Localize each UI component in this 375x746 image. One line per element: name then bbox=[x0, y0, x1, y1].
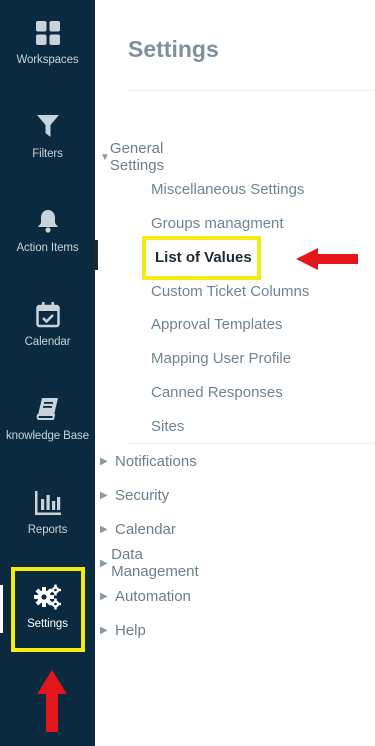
active-indicator bbox=[0, 585, 3, 633]
tree-group-calendar[interactable]: ▶ Calendar bbox=[100, 518, 176, 540]
tree-group-data-management[interactable]: ▶ Data Management bbox=[100, 546, 203, 580]
page-title: Settings bbox=[128, 36, 219, 62]
caret-right-icon: ▶ bbox=[100, 455, 108, 467]
caret-right-icon: ▶ bbox=[100, 523, 108, 535]
tree-group-label: Help bbox=[115, 621, 146, 639]
caret-right-icon: ▶ bbox=[100, 624, 108, 636]
divider bbox=[128, 443, 375, 444]
tree-group-label: Notifications bbox=[115, 452, 197, 470]
tree-group-label: Security bbox=[115, 486, 170, 504]
list-of-values-highlight-box bbox=[142, 236, 261, 280]
calendar-check-icon bbox=[35, 302, 60, 328]
workspaces-icon bbox=[35, 20, 60, 46]
caret-down-icon: ▼ bbox=[100, 151, 110, 163]
sidebar-item-label: Action Items bbox=[16, 242, 79, 254]
tree-item-sites[interactable]: Sites bbox=[151, 416, 184, 438]
sidebar-item-label: Filters bbox=[32, 148, 63, 160]
tree-group-notifications[interactable]: ▶ Notifications bbox=[100, 450, 197, 472]
sidebar-item-calendar[interactable]: Calendar bbox=[0, 282, 95, 376]
sidebar-item-label: knowledge Base bbox=[6, 430, 89, 442]
tree-item-custom-ticket-columns[interactable]: Custom Ticket Columns bbox=[151, 281, 309, 303]
settings-highlight-box bbox=[11, 567, 85, 652]
caret-right-icon: ▶ bbox=[100, 489, 108, 501]
sidebar-item-label: Calendar bbox=[24, 336, 71, 348]
tree-group-security[interactable]: ▶ Security bbox=[100, 484, 169, 506]
book-icon bbox=[36, 396, 60, 422]
tree-group-help[interactable]: ▶ Help bbox=[100, 619, 146, 641]
tree-item-miscellaneous-settings[interactable]: Miscellaneous Settings bbox=[151, 179, 304, 201]
tree-group-label: Automation bbox=[115, 587, 191, 605]
tree-group-general-settings[interactable]: ▼ General Settings bbox=[100, 140, 169, 174]
sidebar-resize-handle[interactable] bbox=[94, 240, 98, 270]
sidebar-item-label: Reports bbox=[27, 524, 68, 536]
sidebar-item-workspaces[interactable]: Workspaces bbox=[0, 0, 95, 94]
divider bbox=[128, 90, 375, 91]
arrow-left-annotation-icon bbox=[296, 248, 358, 270]
caret-right-icon: ▶ bbox=[100, 557, 108, 569]
arrow-up-annotation-icon bbox=[37, 670, 67, 732]
sidebar-item-label: Workspaces bbox=[16, 54, 79, 66]
tree-item-canned-responses[interactable]: Canned Responses bbox=[151, 382, 283, 404]
tree-group-label: Calendar bbox=[115, 520, 176, 538]
tree-item-approval-templates[interactable]: Approval Templates bbox=[151, 314, 282, 336]
tree-group-label: General Settings bbox=[109, 140, 165, 174]
caret-right-icon: ▶ bbox=[100, 590, 108, 602]
sidebar-item-action-items[interactable]: Action Items bbox=[0, 188, 95, 282]
tree-group-automation[interactable]: ▶ Automation bbox=[100, 585, 191, 607]
tree-item-groups-managment[interactable]: Groups managment bbox=[151, 213, 284, 235]
tree-group-label: Data Management bbox=[111, 546, 199, 580]
bar-chart-icon bbox=[34, 490, 61, 516]
sidebar-item-knowledge-base[interactable]: knowledge Base bbox=[0, 376, 95, 470]
filter-icon bbox=[36, 114, 59, 140]
bell-icon bbox=[37, 208, 59, 234]
tree-item-mapping-user-profile[interactable]: Mapping User Profile bbox=[151, 348, 291, 370]
sidebar-item-filters[interactable]: Filters bbox=[0, 94, 95, 188]
sidebar-item-reports[interactable]: Reports bbox=[0, 470, 95, 564]
